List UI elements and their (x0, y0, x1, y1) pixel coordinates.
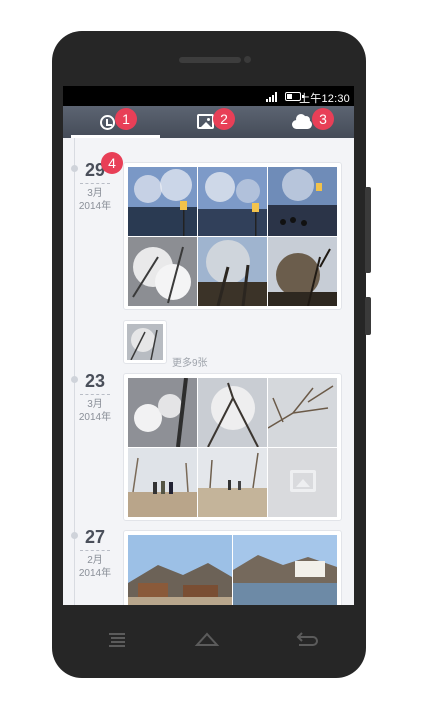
cloud-icon (292, 114, 312, 129)
photo-thumbnail[interactable] (233, 535, 337, 605)
status-bar: 上午12:30 (63, 86, 354, 106)
photo-thumbnail[interactable] (198, 448, 267, 517)
status-time: 上午12:30 (299, 93, 350, 105)
menu-icon[interactable] (97, 627, 137, 651)
date-year: 2014年 (78, 568, 112, 579)
photo-thumbnail[interactable] (128, 448, 197, 517)
photo-thumbnail[interactable] (198, 378, 267, 447)
date-month: 2月 (87, 555, 103, 566)
date-header: 23 3月 2014年 (77, 371, 113, 424)
photo-thumbnail[interactable] (128, 535, 232, 605)
photo-thumbnail[interactable] (268, 237, 337, 306)
tab-bar (63, 106, 354, 138)
photo-thumbnail[interactable] (268, 167, 337, 236)
photo-thumbnail[interactable] (128, 378, 197, 447)
volume-button (365, 187, 371, 273)
date-month: 3月 (87, 188, 103, 199)
tab-timeline[interactable] (63, 106, 160, 138)
more-photos-label[interactable]: 更多9张 (172, 354, 208, 369)
date-year: 2014年 (78, 412, 112, 423)
annotation-badge-1: 1 (115, 108, 137, 130)
photo-thumbnail (127, 324, 163, 360)
annotation-badge-2: 2 (213, 108, 235, 130)
annotation-badge-3: 3 (312, 108, 334, 130)
more-photos-card[interactable] (123, 320, 167, 364)
power-button (365, 297, 371, 335)
photo-group-card (123, 162, 342, 310)
date-year: 2014年 (78, 201, 112, 212)
front-camera (244, 56, 251, 63)
clock-icon (100, 115, 115, 130)
tab-albums[interactable] (160, 106, 257, 138)
photo-thumbnail[interactable] (268, 378, 337, 447)
photo-thumbnail[interactable] (198, 237, 267, 306)
date-month: 3月 (87, 399, 103, 410)
annotation-badge-4: 4 (101, 152, 123, 174)
photo-group-card (123, 530, 342, 605)
signal-icon (266, 92, 277, 102)
date-day: 27 (84, 527, 106, 547)
earpiece-speaker (179, 57, 241, 63)
photo-placeholder[interactable] (268, 448, 337, 517)
date-day: 23 (84, 371, 106, 391)
photo-thumbnail[interactable] (128, 237, 197, 306)
back-icon[interactable] (285, 627, 325, 651)
screen: 上午12:30 1 2 3 4 29 3月 2014年 更多9张 23 3月 2… (63, 86, 354, 605)
image-placeholder-icon (290, 470, 316, 492)
tab-cloud[interactable] (257, 106, 354, 138)
image-icon (197, 114, 214, 129)
photo-thumbnail[interactable] (128, 167, 197, 236)
date-header: 27 2月 2014年 (77, 527, 113, 580)
photo-thumbnail[interactable] (198, 167, 267, 236)
navigation-bar (63, 605, 354, 675)
photo-group-card (123, 373, 342, 521)
home-icon[interactable] (187, 627, 227, 651)
